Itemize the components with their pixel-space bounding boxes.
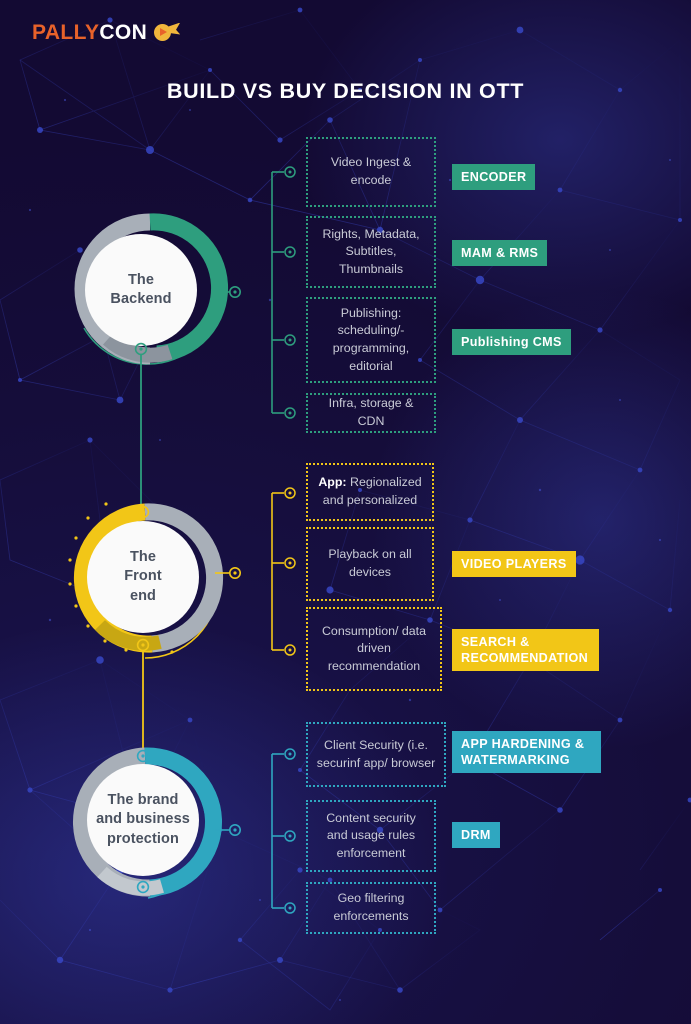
box-consumption-recommendation-text: Consumption/ data driven recommendation xyxy=(321,623,426,673)
circle-frontend-line2: Front xyxy=(124,568,162,585)
tag-encoder[interactable]: ENCODER xyxy=(452,164,536,191)
tag-search-recommendation[interactable]: SEARCH & RECOMMENDATION xyxy=(452,629,599,672)
circle-backend[interactable]: The Backend xyxy=(85,234,197,346)
tag-app-hardening[interactable]: APP HARDENING & WATERMARKING xyxy=(452,731,601,774)
circle-protection-line3: protection xyxy=(107,830,179,847)
box-consumption-recommendation[interactable]: Consumption/ data driven recommendation xyxy=(306,607,442,691)
box-geo-filtering-text: Geo filtering enforcements xyxy=(333,891,409,923)
tag-drm-label: DRM xyxy=(461,828,491,842)
box-infra-storage-text: Infra, storage & CDN xyxy=(328,396,414,428)
circle-frontend[interactable]: The Front end xyxy=(87,521,199,633)
box-app-regionalized[interactable]: App: Regionalized and personalized xyxy=(306,463,434,521)
box-playback-devices-text: Playback on all devices xyxy=(328,547,412,579)
circle-frontend-line3: end xyxy=(129,587,157,604)
tag-mam-rms[interactable]: MAM & RMS xyxy=(452,240,548,267)
tag-mam-rms-label: MAM & RMS xyxy=(461,246,539,260)
box-app-regionalized-bold: App: xyxy=(318,475,347,490)
box-geo-filtering[interactable]: Geo filtering enforcements xyxy=(306,882,436,934)
circle-backend-line1: The xyxy=(127,271,155,288)
tag-search-recommendation-label: SEARCH & RECOMMENDATION xyxy=(461,635,589,666)
tag-publishing-cms[interactable]: Publishing CMS xyxy=(452,329,571,356)
circle-backend-label: The Backend xyxy=(85,234,197,346)
box-app-regionalized-text: App: Regionalized and personalized xyxy=(316,474,424,509)
infographic-poster: PALLYCON BUILD VS BUY DECISION IN OTT Th… xyxy=(0,0,691,1024)
box-playback-devices[interactable]: Playback on all devices xyxy=(306,527,434,601)
tag-video-players-label: VIDEO PLAYERS xyxy=(461,557,567,571)
tag-encoder-label: ENCODER xyxy=(461,170,527,184)
tag-app-hardening-label: APP HARDENING & WATERMARKING xyxy=(461,737,585,768)
box-publishing-text: Publishing: scheduling/-programming, edi… xyxy=(332,305,410,373)
box-publishing[interactable]: Publishing: scheduling/-programming, edi… xyxy=(306,297,436,383)
box-video-ingest-text: Video Ingest & encode xyxy=(330,155,412,187)
box-content-security[interactable]: Content security and usage rules enforce… xyxy=(306,800,436,872)
tag-video-players[interactable]: VIDEO PLAYERS xyxy=(452,551,576,578)
box-content-security-text: Content security and usage rules enforce… xyxy=(326,810,416,860)
circle-backend-line2: Backend xyxy=(110,291,172,307)
box-rights-metadata-text: Rights, Metadata, Subtitles, Thumbnails xyxy=(322,226,420,276)
logo-text-pally: PALLY xyxy=(32,21,100,44)
pallycon-play-disc-icon xyxy=(154,22,181,43)
page-title: BUILD VS BUY DECISION IN OTT xyxy=(166,79,525,103)
box-client-security[interactable]: Client Security (i.e. securinf app/ brow… xyxy=(306,722,446,787)
logo-text-con: CON xyxy=(99,21,148,44)
circle-protection-label: The brand and business protection xyxy=(79,764,207,876)
circle-frontend-line1: The xyxy=(129,549,157,566)
tag-publishing-cms-label: Publishing CMS xyxy=(461,335,562,349)
circle-protection-line2: and business xyxy=(96,811,190,828)
circle-protection-line1: The brand xyxy=(107,792,179,809)
box-rights-metadata[interactable]: Rights, Metadata, Subtitles, Thumbnails xyxy=(306,216,436,288)
box-infra-storage[interactable]: Infra, storage & CDN xyxy=(306,393,436,433)
tag-drm[interactable]: DRM xyxy=(452,822,500,849)
box-client-security-text: Client Security (i.e. securinf app/ brow… xyxy=(316,737,436,770)
box-video-ingest[interactable]: Video Ingest & encode xyxy=(306,137,436,207)
circle-frontend-label: The Front end xyxy=(87,521,199,633)
circle-protection[interactable]: The brand and business protection xyxy=(79,764,207,876)
pallycon-logo[interactable]: PALLYCON xyxy=(32,21,181,44)
